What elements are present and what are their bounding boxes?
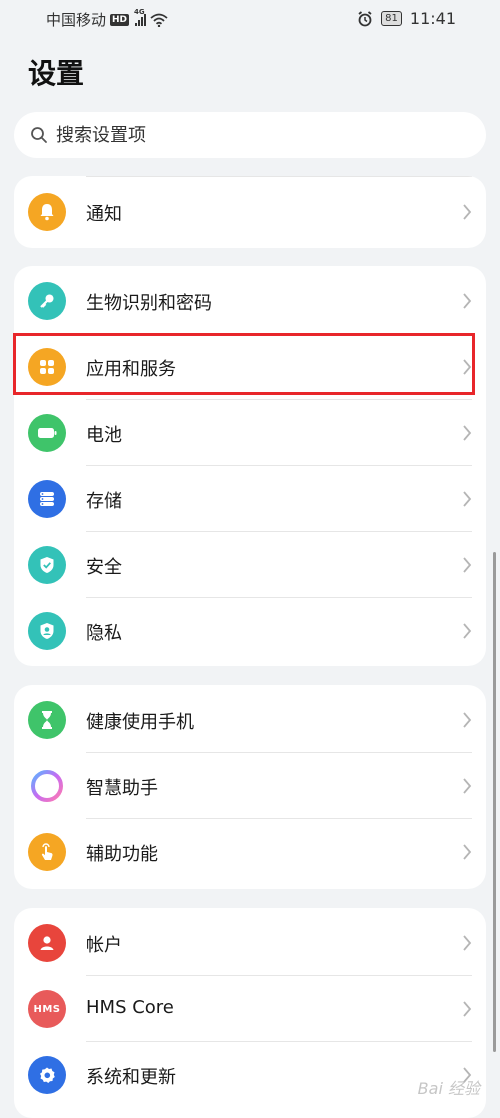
battery-icon [28, 414, 66, 452]
carrier-name: 中国移动 [46, 11, 107, 29]
gear-icon [28, 1056, 66, 1094]
account-icon [28, 924, 66, 962]
privacy-user-icon [28, 612, 66, 650]
setting-item-biometrics[interactable]: 生物识别和密码 [14, 268, 486, 334]
scrollbar[interactable] [493, 552, 496, 1052]
chevron-right-icon [463, 712, 472, 728]
chevron-right-icon [463, 623, 472, 639]
shield-check-icon [28, 546, 66, 584]
chevron-right-icon [463, 425, 472, 441]
setting-label: 帐户 [86, 935, 122, 956]
divider [86, 176, 472, 177]
status-left: 中国移动 HD 4G [46, 8, 168, 30]
status-right: 81 11:41 [357, 9, 456, 28]
battery-indicator: 81 [381, 11, 402, 26]
setting-label: 应用和服务 [86, 359, 176, 380]
network-type: 4G [134, 7, 145, 16]
setting-label: 健康使用手机 [86, 712, 194, 733]
settings-group-device: 生物识别和密码 应用和服务 电池 存储 安全 隐私 [14, 266, 486, 666]
setting-label: 系统和更新 [86, 1067, 176, 1088]
hand-tap-icon [28, 833, 66, 871]
alarm-icon [358, 10, 372, 26]
setting-label: 隐私 [86, 623, 122, 644]
hd-badge: HD [110, 13, 130, 26]
search-input[interactable] [54, 123, 438, 147]
setting-item-apps-services[interactable]: 应用和服务 [14, 334, 486, 400]
setting-item-privacy[interactable]: 隐私 [14, 598, 486, 664]
setting-item-smart-assistant[interactable]: 智慧助手 [14, 753, 486, 819]
chevron-right-icon [463, 935, 472, 951]
setting-item-hms-core[interactable]: HMS HMS Core [14, 976, 486, 1042]
settings-group-assist: 健康使用手机 智慧助手 辅助功能 [14, 685, 486, 889]
chevron-right-icon [463, 359, 472, 375]
setting-label: 辅助功能 [86, 844, 158, 865]
setting-label: 电池 [86, 425, 122, 446]
status-bar: 中国移动 HD 4G 81 11:41 [0, 0, 500, 40]
setting-label: 通知 [86, 204, 122, 225]
bell-icon [28, 193, 66, 231]
assistant-ring-icon [28, 767, 66, 805]
chevron-right-icon [463, 557, 472, 573]
wifi-icon [150, 13, 168, 27]
signal-icon: 4G [134, 8, 147, 26]
chevron-right-icon [463, 293, 472, 309]
chevron-right-icon [463, 204, 472, 220]
setting-label: 智慧助手 [86, 778, 158, 799]
setting-item-notifications[interactable]: 通知 [14, 179, 486, 245]
chevron-right-icon [463, 491, 472, 507]
apps-grid-icon [28, 348, 66, 386]
settings-group-system: 帐户 HMS HMS Core 系统和更新 [14, 908, 486, 1118]
setting-label: 生物识别和密码 [86, 293, 212, 314]
key-icon [28, 282, 66, 320]
search-icon [31, 127, 47, 143]
search-bar[interactable] [14, 112, 486, 158]
setting-item-account[interactable]: 帐户 [14, 910, 486, 976]
settings-group-notifications: 通知 [14, 176, 486, 248]
hourglass-icon [28, 701, 66, 739]
chevron-right-icon [463, 1001, 472, 1017]
storage-icon [28, 480, 66, 518]
hms-icon-text: HMS [33, 1003, 61, 1015]
clock: 11:41 [409, 9, 456, 28]
setting-item-system-updates[interactable]: 系统和更新 [14, 1042, 486, 1108]
chevron-right-icon [463, 844, 472, 860]
page-title: 设置 [28, 57, 85, 90]
setting-label: HMS Core [86, 997, 174, 1018]
setting-label: 存储 [86, 491, 122, 512]
setting-item-digital-balance[interactable]: 健康使用手机 [14, 687, 486, 753]
watermark: Bai 经验 [417, 1079, 480, 1098]
chevron-right-icon [463, 778, 472, 794]
setting-item-battery[interactable]: 电池 [14, 400, 486, 466]
hms-core-icon: HMS [28, 990, 66, 1028]
setting-item-storage[interactable]: 存储 [14, 466, 486, 532]
setting-item-security[interactable]: 安全 [14, 532, 486, 598]
setting-label: 安全 [86, 557, 122, 578]
setting-item-accessibility[interactable]: 辅助功能 [14, 819, 486, 885]
